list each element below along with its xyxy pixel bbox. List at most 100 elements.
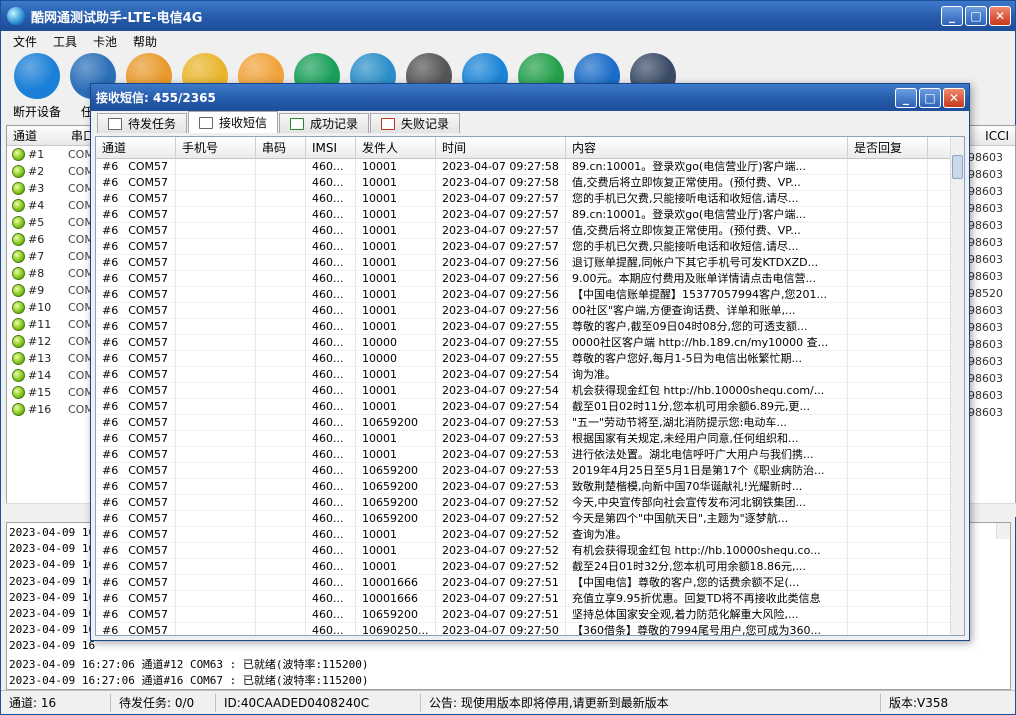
sms-row[interactable]: #6 COM57 460... 10001 2023-04-07 09:27:56 00社… bbox=[96, 303, 964, 319]
tab-label: 接收短信 bbox=[219, 116, 268, 130]
sms-maximize-button[interactable]: □ bbox=[919, 87, 941, 108]
sms-titlebar: 接收短信: 455/2365 _ □ ✕ bbox=[91, 84, 969, 111]
toolbar-button-0[interactable]: 断开设备 bbox=[11, 51, 63, 120]
sms-row[interactable]: #6 COM57 460... 10001 2023-04-07 09:27:56 退订账… bbox=[96, 255, 964, 271]
sms-row[interactable]: #6 COM57 460... 10001 2023-04-07 09:27:52 有机会… bbox=[96, 543, 964, 559]
sms-row[interactable]: #6 COM57 460... 10001 2023-04-07 09:27:57 值,交… bbox=[96, 223, 964, 239]
cell-com: COM57 bbox=[128, 432, 169, 445]
sms-row[interactable]: #6 COM57 460... 10690250... 2023-04-07 09:27… bbox=[96, 623, 964, 635]
sms-row[interactable]: #6 COM57 460... 10001 2023-04-07 09:27:54 询为准… bbox=[96, 367, 964, 383]
menu-help[interactable]: 帮助 bbox=[125, 33, 165, 50]
sms-row[interactable]: #6 COM57 460... 10001666 2023-04-07 09:27:51… bbox=[96, 575, 964, 591]
sms-row[interactable]: #6 COM57 460... 10001 2023-04-07 09:27:56 【中国… bbox=[96, 287, 964, 303]
cell-phone bbox=[176, 175, 256, 190]
sms-row[interactable]: #6 COM57 460... 10001 2023-04-07 09:27:54 截至0… bbox=[96, 399, 964, 415]
maximize-button[interactable]: □ bbox=[965, 6, 987, 26]
sms-row[interactable]: #6 COM57 460... 10659200 2023-04-07 09:27:52… bbox=[96, 495, 964, 511]
cell-channel-id: #6 bbox=[102, 448, 119, 461]
cell-serial bbox=[256, 287, 306, 302]
sms-row[interactable]: #6 COM57 460... 10000 2023-04-07 09:27:55 尊敬的… bbox=[96, 351, 964, 367]
cell-content: 致敬荆楚楷模,向新中国70华诞献礼!光耀新时... bbox=[566, 479, 848, 494]
add-record-icon bbox=[290, 117, 305, 130]
cell-com: COM57 bbox=[128, 224, 169, 237]
sms-row[interactable]: #6 COM57 460... 10659200 2023-04-07 09:27:53… bbox=[96, 479, 964, 495]
channel-id: #4 bbox=[28, 199, 45, 212]
cell-serial bbox=[256, 575, 306, 590]
cell-time: 2023-04-07 09:27:54 bbox=[436, 383, 566, 398]
log-scrollbar[interactable] bbox=[996, 523, 1010, 540]
sms-row[interactable]: #6 COM57 460... 10001 2023-04-07 09:27:57 您的手… bbox=[96, 191, 964, 207]
sms-row[interactable]: #6 COM57 460... 10659200 2023-04-07 09:27:53… bbox=[96, 463, 964, 479]
col-imsi[interactable]: IMSI bbox=[306, 137, 356, 158]
sms-close-button[interactable]: ✕ bbox=[943, 87, 965, 108]
cell-channel: #6 COM57 bbox=[96, 175, 176, 190]
cell-sender: 10000 bbox=[356, 351, 436, 366]
cell-serial bbox=[256, 191, 306, 206]
cell-channel-id: #6 bbox=[102, 320, 119, 333]
col-replied[interactable]: 是否回复 bbox=[848, 137, 928, 158]
tab-failure-log[interactable]: 失败记录 bbox=[370, 113, 461, 133]
cell-channel-id: #6 bbox=[102, 496, 119, 509]
cell-content: 坚持总体国家安全观,着力防范化解重大风险,... bbox=[566, 607, 848, 622]
cell-imsi: 460... bbox=[306, 479, 356, 494]
tab-pending-tasks[interactable]: 待发任务 bbox=[97, 113, 188, 133]
cell-time: 2023-04-07 09:27:56 bbox=[436, 255, 566, 270]
cell-channel-id: #6 bbox=[102, 608, 119, 621]
col-content[interactable]: 内容 bbox=[566, 137, 848, 158]
sms-row[interactable]: #6 COM57 460... 10000 2023-04-07 09:27:55 000… bbox=[96, 335, 964, 351]
cell-content: 进行依法处置。湖北电信呼吁广大用户与我们携... bbox=[566, 447, 848, 462]
sms-row[interactable]: #6 COM57 460... 10001 2023-04-07 09:27:57 89.… bbox=[96, 207, 964, 223]
cell-imsi: 460... bbox=[306, 447, 356, 462]
tab-received-sms[interactable]: 接收短信 bbox=[188, 111, 279, 133]
sms-row[interactable]: #6 COM57 460... 10001 2023-04-07 09:27:53 进行依… bbox=[96, 447, 964, 463]
sms-row[interactable]: #6 COM57 460... 10001 2023-04-07 09:27:58 89.… bbox=[96, 159, 964, 175]
sms-row[interactable]: #6 COM57 460... 10659200 2023-04-07 09:27:52… bbox=[96, 511, 964, 527]
sms-row[interactable]: #6 COM57 460... 10001 2023-04-07 09:27:55 尊敬的… bbox=[96, 319, 964, 335]
status-dot-icon bbox=[12, 284, 25, 297]
cell-phone bbox=[176, 239, 256, 254]
status-dot-icon bbox=[12, 403, 25, 416]
sms-minimize-button[interactable]: _ bbox=[895, 87, 917, 108]
cell-com: COM57 bbox=[128, 544, 169, 557]
sms-row[interactable]: #6 COM57 460... 10001 2023-04-07 09:27:57 您的手… bbox=[96, 239, 964, 255]
header-iccid[interactable]: ICCI bbox=[979, 129, 1009, 143]
col-phone[interactable]: 手机号 bbox=[176, 137, 256, 158]
cell-com: COM57 bbox=[128, 496, 169, 509]
minimize-button[interactable]: _ bbox=[941, 6, 963, 26]
sms-row[interactable]: #6 COM57 460... 10001 2023-04-07 09:27:58 值,交… bbox=[96, 175, 964, 191]
cell-time: 2023-04-07 09:27:51 bbox=[436, 591, 566, 606]
cell-phone bbox=[176, 431, 256, 446]
menu-tools[interactable]: 工具 bbox=[45, 33, 85, 50]
scroll-thumb[interactable] bbox=[952, 155, 963, 179]
tab-success-log[interactable]: 成功记录 bbox=[279, 113, 370, 133]
cell-phone bbox=[176, 479, 256, 494]
sms-row[interactable]: #6 COM57 460... 10001 2023-04-07 09:27:54 机会获… bbox=[96, 383, 964, 399]
status-dot-icon bbox=[12, 335, 25, 348]
sms-row[interactable]: #6 COM57 460... 10001 2023-04-07 09:27:56 9.0… bbox=[96, 271, 964, 287]
sms-row[interactable]: #6 COM57 460... 10001 2023-04-07 09:27:52 截至2… bbox=[96, 559, 964, 575]
cell-phone bbox=[176, 559, 256, 574]
cell-com: COM57 bbox=[128, 192, 169, 205]
header-channel[interactable]: 通道 bbox=[7, 127, 65, 144]
channel-id: #12 bbox=[28, 335, 52, 348]
cell-sender: 10659200 bbox=[356, 607, 436, 622]
col-channel[interactable]: 通道 bbox=[96, 137, 176, 158]
cell-imsi: 460... bbox=[306, 239, 356, 254]
col-time[interactable]: 时间 bbox=[436, 137, 566, 158]
sms-row[interactable]: #6 COM57 460... 10659200 2023-04-07 09:27:53… bbox=[96, 415, 964, 431]
col-sender[interactable]: 发件人 bbox=[356, 137, 436, 158]
col-serial[interactable]: 串码 bbox=[256, 137, 306, 158]
sms-scrollbar[interactable] bbox=[950, 137, 964, 635]
cell-imsi: 460... bbox=[306, 623, 356, 635]
menu-file[interactable]: 文件 bbox=[5, 33, 45, 50]
close-button[interactable]: ✕ bbox=[989, 6, 1011, 26]
menu-card-pool[interactable]: 卡池 bbox=[85, 33, 125, 50]
sms-row[interactable]: #6 COM57 460... 10001 2023-04-07 09:27:52 查询为… bbox=[96, 527, 964, 543]
sms-row[interactable]: #6 COM57 460... 10001666 2023-04-07 09:27:51… bbox=[96, 591, 964, 607]
cell-replied bbox=[848, 191, 928, 206]
cell-sender: 10001 bbox=[356, 255, 436, 270]
cell-channel: #6 COM57 bbox=[96, 623, 176, 635]
sms-row[interactable]: #6 COM57 460... 10001 2023-04-07 09:27:53 根据国… bbox=[96, 431, 964, 447]
cell-sender: 10001 bbox=[356, 447, 436, 462]
sms-row[interactable]: #6 COM57 460... 10659200 2023-04-07 09:27:51… bbox=[96, 607, 964, 623]
